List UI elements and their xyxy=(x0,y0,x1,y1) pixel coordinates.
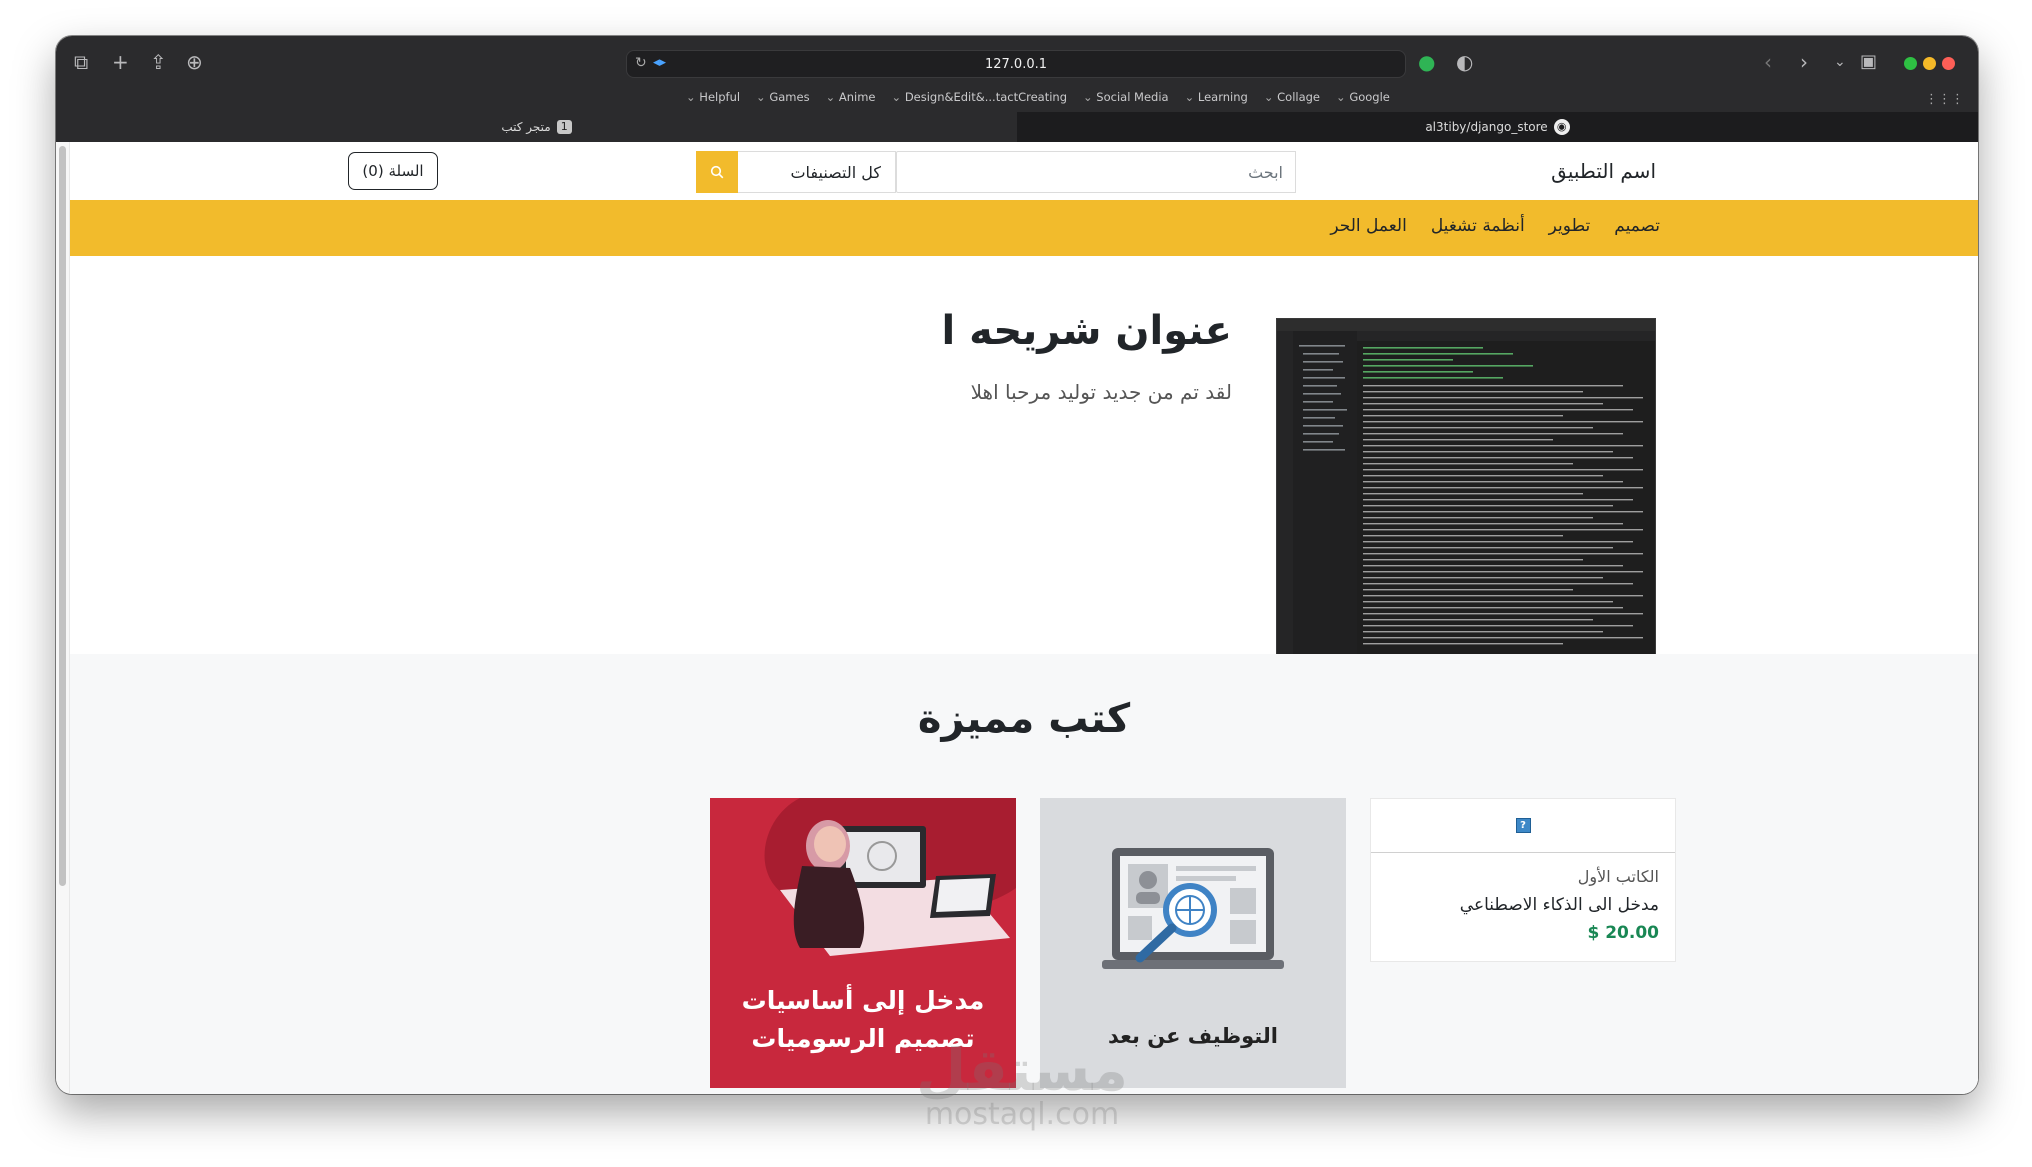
bookmark-design[interactable]: Design&Edit&...tactCreating xyxy=(892,90,1067,104)
github-icon: ◉ xyxy=(1553,119,1570,135)
bookmark-anime[interactable]: Anime xyxy=(826,90,876,104)
window-minimize-button[interactable] xyxy=(1923,57,1936,70)
tab-book-store[interactable]: 1 متجر كتب xyxy=(56,112,1017,142)
search-button[interactable] xyxy=(696,151,738,193)
bookmark-collage[interactable]: Collage xyxy=(1264,90,1320,104)
hero-slide: عنوان شريحه ا لقد تم من جديد توليد مرحبا… xyxy=(70,256,1978,654)
hero-screenshot-image xyxy=(1276,318,1656,654)
bookmark-games[interactable]: Games xyxy=(756,90,809,104)
back-icon[interactable]: ‹ xyxy=(1764,52,1772,72)
cart-button[interactable]: السلة (0) xyxy=(348,152,438,190)
bookmarks-bar: Helpful Games Anime Design&Edit&...tactC… xyxy=(686,90,1390,104)
book-card-ai[interactable]: ? الكاتب الأول مدخل الى الذكاء الاصطناعي… xyxy=(1370,798,1676,962)
bookmark-google[interactable]: Google xyxy=(1336,90,1390,104)
tab-badge: 1 xyxy=(556,120,572,134)
window-close-button[interactable] xyxy=(1942,57,1955,70)
extension-icon[interactable]: ◂▸ xyxy=(653,55,666,70)
tab-github-repo[interactable]: ◉ al3tiby/django_store xyxy=(1017,112,1978,142)
tabs-overview-icon[interactable]: ⧉ xyxy=(74,52,88,72)
book-title[interactable]: مدخل الى الذكاء الاصطناعي xyxy=(1460,895,1659,915)
book-price: $ 20.00 xyxy=(1587,923,1659,943)
sidebar-toggle-icon[interactable]: ▣ xyxy=(1860,52,1877,72)
page-scrollbar[interactable] xyxy=(56,142,70,1094)
scrollbar-thumb[interactable] xyxy=(59,146,66,886)
nav-item-design[interactable]: تصميم xyxy=(1614,216,1660,236)
book-image-placeholder: ? xyxy=(1371,799,1675,853)
featured-books-section: كتب مميزة ? الكاتب الأول مدخل الى الذكاء… xyxy=(70,654,1978,1094)
shield-icon[interactable]: ◐ xyxy=(1456,52,1473,72)
browser-toolbar: ⧉ + ⇪ ⊕ ↻ ◂▸ 127.0.0.1 ● ◐ Helpful Games… xyxy=(56,36,1978,112)
tab-label: متجر كتب xyxy=(501,120,551,134)
hero-title: عنوان شريحه ا xyxy=(941,308,1232,354)
site-header: اسم التطبيق ابحث كل التصنيفات السلة (0) xyxy=(70,142,1978,200)
address-bar[interactable]: ↻ ◂▸ 127.0.0.1 xyxy=(626,50,1406,78)
forward-icon[interactable]: › xyxy=(1800,52,1808,72)
screen: ⧉ + ⇪ ⊕ ↻ ◂▸ 127.0.0.1 ● ◐ Helpful Games… xyxy=(0,0,2032,1167)
watermark-arabic: مستقل xyxy=(915,1036,1129,1104)
reload-icon[interactable]: ↻ xyxy=(635,55,647,71)
url-text: 127.0.0.1 xyxy=(984,56,1048,72)
search-input[interactable]: ابحث xyxy=(896,151,1296,193)
book-author: الكاتب الأول xyxy=(1577,867,1659,886)
site-brand[interactable]: اسم التطبيق xyxy=(1551,159,1656,183)
share-icon[interactable]: ⇪ xyxy=(150,52,167,72)
remote-work-cover-illustration xyxy=(1102,848,1284,969)
chevron-down-icon[interactable]: ⌄ xyxy=(1834,52,1846,72)
window-maximize-button[interactable] xyxy=(1904,57,1917,70)
web-page: اسم التطبيق ابحث كل التصنيفات السلة (0) … xyxy=(70,142,1978,1094)
nav-item-freelance[interactable]: العمل الحر xyxy=(1330,216,1406,236)
grammarly-icon[interactable]: ● xyxy=(1418,52,1435,72)
category-navbar: تصميم تطوير أنظمة تشغيل العمل الحر xyxy=(70,200,1978,256)
watermark-logo: مستقل mostaql.com xyxy=(892,1040,1152,1130)
category-select[interactable]: كل التصنيفات xyxy=(738,151,896,193)
section-title: كتب مميزة xyxy=(917,696,1131,742)
hero-subtitle: لقد تم من جديد توليد مرحبا اهلا xyxy=(970,380,1232,404)
bookmark-social-media[interactable]: Social Media xyxy=(1083,90,1168,104)
tab-strip: 1 متجر كتب ◉ al3tiby/django_store xyxy=(56,112,1978,142)
download-icon[interactable]: ⊕ xyxy=(186,52,203,72)
bookmark-helpful[interactable]: Helpful xyxy=(686,90,740,104)
search-icon xyxy=(710,165,724,179)
book-cover-title-line-1: مدخل إلى أساسيات xyxy=(741,986,985,1015)
tab-label: al3tiby/django_store xyxy=(1425,120,1548,134)
grid-icon[interactable]: ⋮⋮⋮ xyxy=(1925,92,1964,107)
nav-item-development[interactable]: تطوير xyxy=(1549,216,1591,236)
graphic-design-cover-illustration xyxy=(764,798,1016,956)
nav-item-operating-systems[interactable]: أنظمة تشغيل xyxy=(1431,216,1525,236)
watermark-latin: mostaql.com xyxy=(924,1097,1120,1132)
new-tab-icon[interactable]: + xyxy=(112,52,129,72)
bookmark-learning[interactable]: Learning xyxy=(1185,90,1248,104)
browser-window: ⧉ + ⇪ ⊕ ↻ ◂▸ 127.0.0.1 ● ◐ Helpful Games… xyxy=(56,36,1978,1094)
broken-image-icon: ? xyxy=(1515,818,1531,833)
